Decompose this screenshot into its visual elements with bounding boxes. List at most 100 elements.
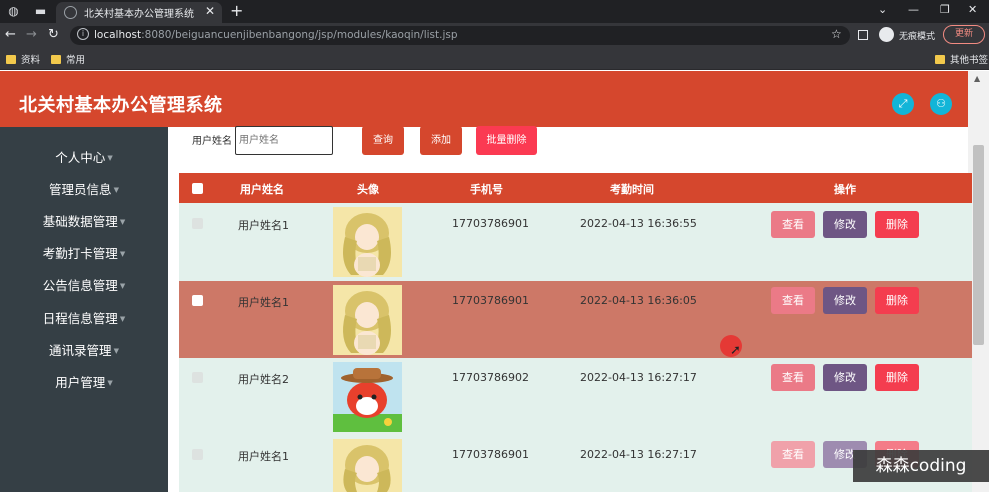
- sidebar-item-admin-info[interactable]: 管理员信息 ▼: [0, 178, 168, 202]
- delete-button[interactable]: 删除: [875, 211, 919, 238]
- cell-username: 用户姓名1: [238, 219, 289, 232]
- browser-tab-bar: ◍ ▬ 北关村基本办公管理系统 ✕ + ⌄ — ❐ ✕: [0, 0, 989, 23]
- browser-tab[interactable]: 北关村基本办公管理系统 ✕: [56, 2, 222, 23]
- delete-button[interactable]: 删除: [875, 364, 919, 391]
- site-info-icon[interactable]: i: [77, 28, 89, 40]
- girl-avatar: [333, 207, 402, 277]
- chevron-down-icon: ▼: [119, 282, 126, 290]
- scroll-up-icon[interactable]: ▲: [974, 74, 980, 83]
- header-attendance-time: 考勤时间: [610, 183, 654, 196]
- incognito-icon[interactable]: [879, 27, 894, 42]
- delete-button[interactable]: 删除: [875, 287, 919, 314]
- edit-button[interactable]: 修改: [823, 364, 867, 391]
- chevron-down-icon[interactable]: ⌄: [878, 3, 887, 16]
- back-icon[interactable]: ←: [5, 27, 16, 42]
- view-button[interactable]: 查看: [771, 287, 815, 314]
- cell-attendance-time: 2022-04-13 16:27:17: [580, 371, 697, 384]
- app-header: 北关村基本办公管理系统 ⤢ ⚇: [0, 71, 968, 127]
- bookmark-folder-changyong[interactable]: 常用: [51, 52, 85, 66]
- sidebar-item-contacts[interactable]: 通讯录管理 ▼: [0, 339, 168, 363]
- restore-icon[interactable]: ❐: [940, 3, 950, 16]
- mouse-cursor-icon: ➚: [730, 343, 741, 358]
- forward-icon[interactable]: →: [26, 27, 37, 42]
- girl-avatar: [333, 439, 402, 492]
- row-checkbox[interactable]: [192, 372, 203, 383]
- add-button[interactable]: 添加: [420, 126, 462, 155]
- tab-favicon-icon: [64, 6, 77, 19]
- batch-delete-button[interactable]: 批量删除: [476, 126, 537, 155]
- cell-phone: 17703786901: [452, 294, 529, 307]
- header-actions: 操作: [834, 183, 856, 196]
- cell-attendance-time: 2022-04-13 16:27:17: [580, 448, 697, 461]
- sidebar-item-personal-center[interactable]: 个人中心 ▼: [0, 146, 168, 170]
- folder-icon: [51, 55, 61, 64]
- chevron-down-icon: ▼: [107, 154, 113, 162]
- cell-attendance-time: 2022-04-13 16:36:05: [580, 294, 697, 307]
- table-row: 用户姓名1 17703786901 2022-04-13 16:36:05 查看…: [179, 281, 972, 358]
- edit-button[interactable]: 修改: [823, 211, 867, 238]
- row-checkbox[interactable]: [192, 449, 203, 460]
- side-panel-icon[interactable]: [858, 30, 868, 40]
- row-checkbox[interactable]: [192, 218, 203, 229]
- sidebar-item-users[interactable]: 用户管理 ▼: [0, 371, 168, 395]
- cell-phone: 17703786902: [452, 371, 529, 384]
- app-title: 北关村基本办公管理系统: [19, 95, 223, 116]
- new-tab-icon[interactable]: +: [230, 1, 243, 20]
- watermark: 森森coding: [853, 450, 989, 482]
- chevron-down-icon: ▼: [113, 186, 119, 194]
- cell-username: 用户姓名1: [238, 296, 289, 309]
- select-all-checkbox[interactable]: [192, 183, 203, 194]
- window-icon[interactable]: ▬: [33, 4, 48, 19]
- fullscreen-icon[interactable]: ⤢: [892, 93, 914, 115]
- chevron-down-icon: ▼: [113, 347, 119, 355]
- user-profile-icon[interactable]: ⚇: [930, 93, 952, 115]
- tab-title: 北关村基本办公管理系统: [84, 9, 194, 20]
- close-window-icon[interactable]: ✕: [968, 3, 977, 16]
- bookmark-star-icon[interactable]: ☆: [831, 27, 842, 41]
- chevron-down-icon: ▼: [119, 315, 126, 323]
- cell-phone: 17703786901: [452, 448, 529, 461]
- incognito-label: 无痕模式: [899, 32, 936, 42]
- minimize-icon[interactable]: —: [908, 3, 919, 16]
- scrollbar-thumb[interactable]: [973, 145, 984, 345]
- chevron-down-icon: ▼: [119, 250, 126, 258]
- table-row: 用户姓名1 17703786901 2022-04-13 16:36:55 查看…: [179, 203, 972, 281]
- header-phone: 手机号: [470, 183, 503, 196]
- address-bar-row: ← → ↻ i localhost:8080/beiguancuenjibenb…: [0, 23, 989, 48]
- table-header: 用户姓名 头像 手机号 考勤时间 操作: [179, 173, 972, 203]
- folder-icon: [935, 55, 945, 64]
- row-checkbox[interactable]: [192, 295, 203, 306]
- cell-phone: 17703786901: [452, 217, 529, 230]
- header-avatar: 头像: [357, 183, 379, 196]
- cell-username: 用户姓名1: [238, 450, 289, 463]
- update-button[interactable]: 更新: [943, 25, 985, 44]
- reload-icon[interactable]: ↻: [48, 27, 59, 42]
- chevron-down-icon: ▼: [119, 218, 126, 226]
- browser-menu-icon[interactable]: ◍: [6, 4, 21, 19]
- view-button[interactable]: 查看: [771, 364, 815, 391]
- search-label: 用户姓名: [192, 136, 232, 147]
- sidebar-item-basic-data[interactable]: 基础数据管理 ▼: [0, 210, 168, 234]
- other-bookmarks[interactable]: 其他书签: [935, 52, 988, 66]
- query-button[interactable]: 查询: [362, 126, 404, 155]
- bookmarks-bar: 资料 常用 其他书签: [0, 48, 989, 70]
- sidebar-item-notices[interactable]: 公告信息管理 ▼: [0, 274, 168, 298]
- view-button[interactable]: 查看: [771, 211, 815, 238]
- sidebar-item-schedule[interactable]: 日程信息管理 ▼: [0, 307, 168, 331]
- url-text: localhost:8080/beiguancuenjibenbangong/j…: [94, 29, 458, 41]
- header-username: 用户姓名: [240, 183, 284, 196]
- close-tab-icon[interactable]: ✕: [205, 4, 215, 18]
- girl-avatar: [333, 285, 402, 355]
- edit-button[interactable]: 修改: [823, 287, 867, 314]
- view-button[interactable]: 查看: [771, 441, 815, 468]
- cell-username: 用户姓名2: [238, 373, 289, 386]
- cell-attendance-time: 2022-04-13 16:36:55: [580, 217, 697, 230]
- folder-icon: [6, 55, 16, 64]
- chevron-down-icon: ▼: [107, 379, 113, 387]
- url-field[interactable]: i localhost:8080/beiguancuenjibenbangong…: [70, 26, 850, 45]
- sidebar-item-attendance[interactable]: 考勤打卡管理 ▼: [0, 242, 168, 266]
- fox-avatar: [333, 362, 402, 432]
- table-row: 用户姓名2 17703786902 2022-04-13 16:27:17 查看…: [179, 358, 972, 435]
- username-search-input[interactable]: [235, 126, 333, 155]
- bookmark-folder-ziliao[interactable]: 资料: [6, 52, 40, 66]
